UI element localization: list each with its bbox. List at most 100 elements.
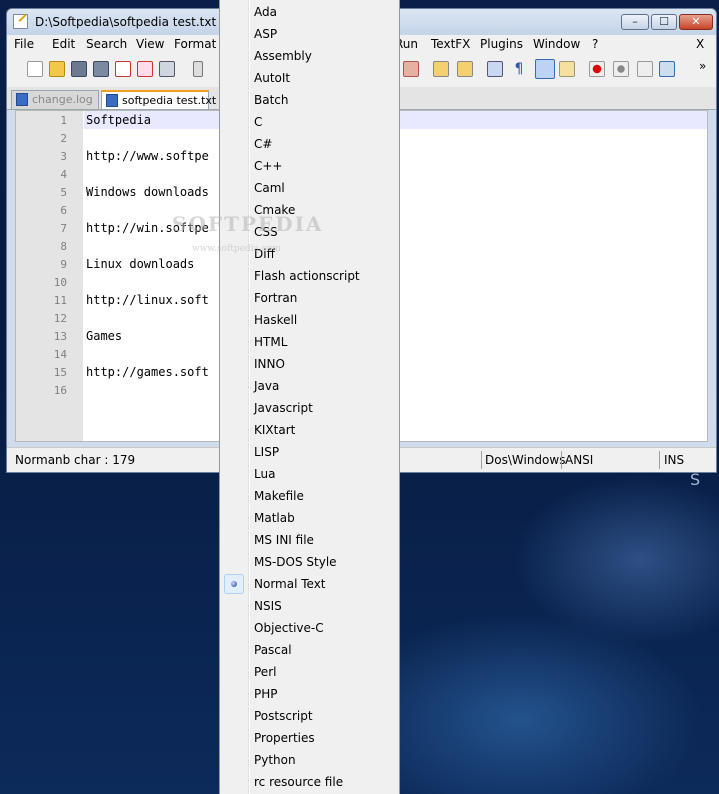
notepad-app-icon bbox=[13, 14, 28, 29]
watermark-brand: SOFTPEDIA bbox=[172, 212, 324, 236]
menu-edit[interactable]: Edit bbox=[52, 37, 75, 51]
cut-icon[interactable] bbox=[193, 61, 203, 77]
language-menu-item-c[interactable]: C# bbox=[220, 133, 399, 155]
code-line: Linux downloads bbox=[86, 257, 195, 271]
language-menu-item-normal-text[interactable]: Normal Text bbox=[220, 573, 399, 595]
language-menu-item-lisp[interactable]: LISP bbox=[220, 441, 399, 463]
status-divider bbox=[561, 451, 562, 469]
zoom-icon[interactable] bbox=[403, 61, 419, 77]
language-menu-item-nsis[interactable]: NSIS bbox=[220, 595, 399, 617]
line-number: 16 bbox=[53, 384, 67, 397]
maximize-button[interactable]: ☐ bbox=[651, 14, 677, 30]
print-icon[interactable] bbox=[159, 61, 175, 77]
word-wrap-icon[interactable] bbox=[487, 61, 503, 77]
language-menu-item-fortran[interactable]: Fortran bbox=[220, 287, 399, 309]
language-menu-item-asp[interactable]: ASP bbox=[220, 23, 399, 45]
language-menu-item-python[interactable]: Python bbox=[220, 749, 399, 771]
menu-item-label: Postscript bbox=[254, 709, 313, 723]
language-menu-item-rc-resource-file[interactable]: rc resource file bbox=[220, 771, 399, 793]
line-number: 6 bbox=[60, 204, 67, 217]
stop-macro-icon[interactable] bbox=[613, 61, 629, 77]
tab-softpedia-test[interactable]: softpedia test.txt bbox=[101, 90, 216, 109]
show-all-chars-icon[interactable]: ¶ bbox=[511, 61, 527, 77]
language-menu-item-makefile[interactable]: Makefile bbox=[220, 485, 399, 507]
close-doc-icon[interactable] bbox=[115, 61, 131, 77]
menu-format[interactable]: Format bbox=[174, 37, 216, 51]
run-macro-multiple-icon[interactable] bbox=[659, 61, 675, 77]
menu-textfx[interactable]: TextFX bbox=[431, 37, 470, 51]
sync-horizontal-icon[interactable] bbox=[457, 61, 473, 77]
language-menu-item-c[interactable]: C++ bbox=[220, 155, 399, 177]
status-divider bbox=[659, 451, 660, 469]
toolbar-overflow-icon[interactable]: » bbox=[699, 59, 706, 73]
line-number: 7 bbox=[60, 222, 67, 235]
menu-item-label: MS INI file bbox=[254, 533, 314, 547]
menu-item-label: Haskell bbox=[254, 313, 298, 327]
menu-help[interactable]: ? bbox=[592, 37, 598, 51]
close-icon: ✕ bbox=[691, 15, 701, 28]
save-all-icon[interactable] bbox=[93, 61, 109, 77]
line-number: 14 bbox=[53, 348, 67, 361]
file-icon bbox=[16, 93, 28, 106]
line-number: 9 bbox=[60, 258, 67, 271]
menu-item-label: ASP bbox=[254, 27, 278, 41]
menu-item-label: Lua bbox=[254, 467, 276, 481]
play-macro-icon[interactable] bbox=[637, 61, 653, 77]
menu-close-doc-button[interactable]: X bbox=[696, 37, 704, 51]
language-menu-item-ms-dos-style[interactable]: MS-DOS Style bbox=[220, 551, 399, 573]
line-number: 11 bbox=[53, 294, 67, 307]
language-menu-item-haskell[interactable]: Haskell bbox=[220, 309, 399, 331]
code-line: Games bbox=[86, 329, 123, 343]
language-menu-item-flash-actionscript[interactable]: Flash actionscript bbox=[220, 265, 399, 287]
status-eol-format: Dos\Windows bbox=[485, 453, 566, 467]
language-menu-item-kixtart[interactable]: KIXtart bbox=[220, 419, 399, 441]
menu-item-label: Makefile bbox=[254, 489, 304, 503]
tab-change-log[interactable]: change.log bbox=[11, 90, 99, 109]
doc-map-icon[interactable] bbox=[559, 61, 575, 77]
record-macro-icon[interactable] bbox=[589, 61, 605, 77]
language-menu-item-javascript[interactable]: Javascript bbox=[220, 397, 399, 419]
new-file-icon[interactable] bbox=[27, 61, 43, 77]
language-menu-item-properties[interactable]: Properties bbox=[220, 727, 399, 749]
status-language: Norma bbox=[15, 453, 56, 467]
menu-item-label: AutoIt bbox=[254, 71, 291, 85]
language-menu-item-inno[interactable]: INNO bbox=[220, 353, 399, 375]
language-menu-item-batch[interactable]: Batch bbox=[220, 89, 399, 111]
minimize-button[interactable]: – bbox=[621, 14, 649, 30]
menu-item-label: Caml bbox=[254, 181, 285, 195]
language-menu-item-assembly[interactable]: Assembly bbox=[220, 45, 399, 67]
tab-label: softpedia test.txt bbox=[122, 94, 217, 107]
file-icon bbox=[106, 94, 118, 107]
menu-view[interactable]: View bbox=[136, 37, 164, 51]
language-menu-item-ms-ini-file[interactable]: MS INI file bbox=[220, 529, 399, 551]
language-menu-item-autoit[interactable]: AutoIt bbox=[220, 67, 399, 89]
menu-file[interactable]: File bbox=[14, 37, 34, 51]
menu-item-label: Java bbox=[254, 379, 280, 393]
selected-radio-icon bbox=[224, 574, 244, 594]
language-menu-item-php[interactable]: PHP bbox=[220, 683, 399, 705]
close-all-icon[interactable] bbox=[137, 61, 153, 77]
language-menu-item-ada[interactable]: Ada bbox=[220, 1, 399, 23]
language-menu-item-perl[interactable]: Perl bbox=[220, 661, 399, 683]
language-menu-item-java[interactable]: Java bbox=[220, 375, 399, 397]
indent-guide-icon[interactable] bbox=[535, 59, 555, 79]
language-menu-item-objective-c[interactable]: Objective-C bbox=[220, 617, 399, 639]
language-menu-item-c[interactable]: C bbox=[220, 111, 399, 133]
menu-window[interactable]: Window bbox=[533, 37, 580, 51]
language-menu-item-pascal[interactable]: Pascal bbox=[220, 639, 399, 661]
close-button[interactable]: ✕ bbox=[679, 14, 713, 30]
menu-search[interactable]: Search bbox=[86, 37, 127, 51]
open-file-icon[interactable] bbox=[49, 61, 65, 77]
menu-item-label: Properties bbox=[254, 731, 315, 745]
language-menu-item-caml[interactable]: Caml bbox=[220, 177, 399, 199]
save-icon[interactable] bbox=[71, 61, 87, 77]
language-menu-item-lua[interactable]: Lua bbox=[220, 463, 399, 485]
language-menu-item-html[interactable]: HTML bbox=[220, 331, 399, 353]
language-menu-item-postscript[interactable]: Postscript bbox=[220, 705, 399, 727]
menu-item-label: Normal Text bbox=[254, 577, 326, 591]
sync-vertical-icon[interactable] bbox=[433, 61, 449, 77]
language-menu-item-matlab[interactable]: Matlab bbox=[220, 507, 399, 529]
line-number: 8 bbox=[60, 240, 67, 253]
menu-plugins[interactable]: Plugins bbox=[480, 37, 523, 51]
language-menu: Ada ASP Assembly AutoIt Batch C C# C++ Caml Cmake… bbox=[219, 0, 400, 794]
